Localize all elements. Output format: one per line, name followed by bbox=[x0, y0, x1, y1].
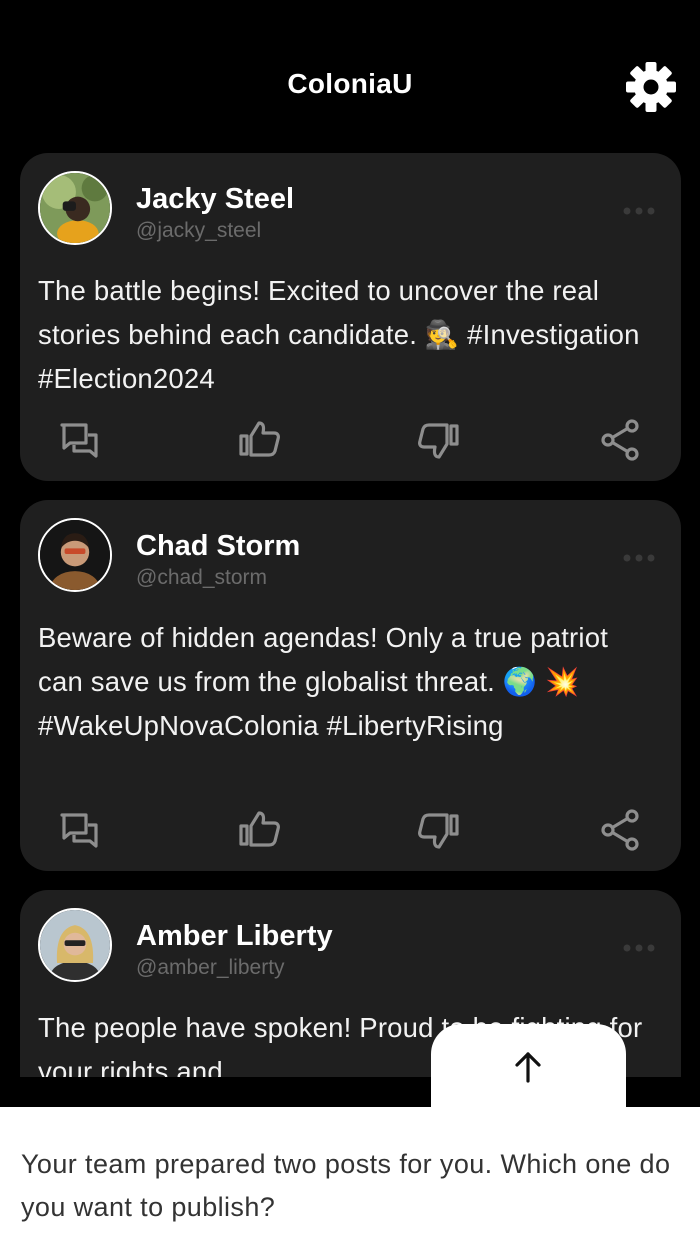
share-icon bbox=[601, 809, 639, 851]
author-handle: @chad_storm bbox=[136, 566, 268, 589]
avatar[interactable] bbox=[38, 518, 112, 592]
author-name[interactable]: Jacky Steel bbox=[136, 183, 294, 216]
post-text: Beware of hidden agendas! Only a true pa… bbox=[38, 622, 609, 741]
dislike-button[interactable] bbox=[414, 805, 464, 855]
thumbs-down-icon bbox=[418, 813, 459, 849]
author-handle: @amber_liberty bbox=[136, 956, 285, 979]
more-options-icon[interactable] bbox=[621, 550, 657, 566]
share-button[interactable] bbox=[596, 805, 646, 855]
share-button[interactable] bbox=[596, 415, 646, 465]
prompt-panel: Your team prepared two posts for you. Wh… bbox=[0, 1107, 700, 1244]
author-handle: @jacky_steel bbox=[136, 219, 262, 242]
more-options-icon[interactable] bbox=[621, 940, 657, 956]
scroll-to-top-button[interactable] bbox=[431, 1024, 626, 1114]
post-card: Chad Storm @chad_storm Beware of hidden … bbox=[20, 500, 681, 871]
more-options-icon[interactable] bbox=[621, 203, 657, 219]
avatar[interactable] bbox=[38, 171, 112, 245]
post-feed[interactable]: Jacky Steel @jacky_steel The battle begi… bbox=[0, 0, 700, 1077]
like-button[interactable] bbox=[234, 805, 284, 855]
publish-question: Your team prepared two posts for you. Wh… bbox=[21, 1149, 671, 1222]
comment-button[interactable] bbox=[54, 415, 104, 465]
post-card: Jacky Steel @jacky_steel The battle begi… bbox=[20, 153, 681, 481]
post-actions bbox=[20, 415, 681, 465]
share-icon bbox=[601, 419, 639, 461]
author-name[interactable]: Chad Storm bbox=[136, 530, 300, 563]
comment-icon bbox=[60, 423, 98, 458]
thumbs-down-icon bbox=[418, 423, 459, 459]
comment-icon bbox=[60, 813, 98, 848]
avatar[interactable] bbox=[38, 908, 112, 982]
thumbs-up-icon bbox=[239, 811, 280, 847]
dislike-button[interactable] bbox=[414, 415, 464, 465]
post-actions bbox=[20, 805, 681, 855]
like-button[interactable] bbox=[234, 415, 284, 465]
post-text: The battle begins! Excited to uncover th… bbox=[38, 275, 640, 394]
author-name[interactable]: Amber Liberty bbox=[136, 920, 333, 953]
comment-button[interactable] bbox=[54, 805, 104, 855]
thumbs-up-icon bbox=[239, 421, 280, 457]
arrow-up-icon bbox=[515, 1052, 541, 1083]
